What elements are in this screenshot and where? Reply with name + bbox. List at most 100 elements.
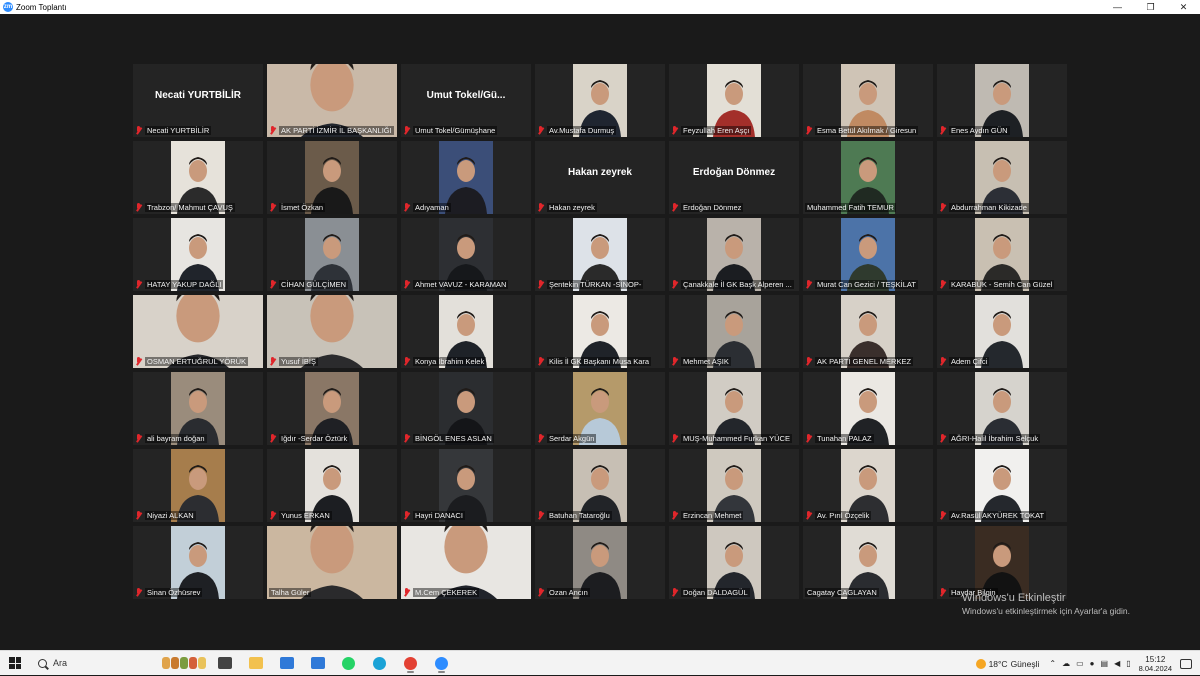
cloud-icon[interactable]: ☁: [1062, 659, 1070, 668]
minimize-button[interactable]: —: [1101, 0, 1134, 14]
muted-mic-icon: [805, 511, 813, 520]
participant-tile[interactable]: Sinan Özhüsrev: [133, 526, 263, 599]
participant-name: Hayri DANACI: [413, 511, 465, 520]
participant-display-name: Hakan zeyrek: [568, 167, 632, 178]
chrome-icon[interactable]: [400, 653, 421, 673]
participant-name: Tunahan PALAZ: [815, 434, 874, 443]
participant-tile[interactable]: Şentekin TÜRKAN -SİNOP-: [535, 218, 665, 291]
store-icon[interactable]: [276, 653, 297, 673]
mail-icon[interactable]: [307, 653, 328, 673]
participant-tile[interactable]: Feyzullah Eren Aşçı: [669, 64, 799, 137]
participant-label: Iğdır -Serdar Öztürk: [269, 433, 395, 444]
participant-tile[interactable]: Esma Betül Akılmak / Giresun: [803, 64, 933, 137]
participant-tile[interactable]: AK PARTİ GENEL MERKEZ: [803, 295, 933, 368]
clock[interactable]: 15:12 8.04.2024: [1139, 655, 1172, 673]
participant-tile[interactable]: HATAY YAKUP DAĞLI: [133, 218, 263, 291]
participant-tile[interactable]: Yunus ERKAN: [267, 449, 397, 522]
battery-status-icon[interactable]: ▯: [1126, 659, 1130, 668]
participant-tile[interactable]: Konya İbrahim Kelek: [401, 295, 531, 368]
participant-tile[interactable]: Hakan zeyrek Hakan zeyrek: [535, 141, 665, 214]
whatsapp-icon[interactable]: [338, 653, 359, 673]
muted-mic-icon: [403, 434, 411, 443]
edge-icon[interactable]: [369, 653, 390, 673]
participant-tile[interactable]: AK PARTİ İZMİR İL BAŞKANLIĞI: [267, 64, 397, 137]
participant-tile[interactable]: Cagatay CAGLAYAN: [803, 526, 933, 599]
file-explorer-icon[interactable]: [245, 653, 266, 673]
participant-label: Çanakkale İl GK Başk Alperen ...: [671, 279, 797, 290]
participant-label: OSMAN ERTUĞRUL YÖRÜK: [135, 356, 261, 367]
close-button[interactable]: ✕: [1167, 0, 1200, 14]
task-view-icon[interactable]: [214, 653, 235, 673]
participant-tile[interactable]: AĞRI-Halil İbrahim Selçuk: [937, 372, 1067, 445]
participant-tile[interactable]: Yusuf İBİŞ: [267, 295, 397, 368]
participant-tile[interactable]: Abdurrahman Kikizade: [937, 141, 1067, 214]
participant-tile[interactable]: BİNGÖL ENES ASLAN: [401, 372, 531, 445]
muted-mic-icon: [537, 203, 545, 212]
participant-tile[interactable]: Ahmet VAVUZ - KARAMAN: [401, 218, 531, 291]
battery-icon[interactable]: ▭: [1076, 659, 1084, 668]
participant-tile[interactable]: Talha Güler: [267, 526, 397, 599]
network-icon[interactable]: ▤: [1101, 659, 1109, 668]
participant-label: Murat Can Gezici / TEŞKİLAT: [805, 279, 931, 290]
participant-tile[interactable]: Umut Tokel/Gü... Umut Tokel/Gümüşhane: [401, 64, 531, 137]
volume-icon[interactable]: ◀: [1114, 659, 1120, 668]
participant-tile[interactable]: CİHAN GÜLÇİMEN: [267, 218, 397, 291]
participant-tile[interactable]: İsmet Özkan: [267, 141, 397, 214]
participant-tile[interactable]: Av.Rasül AKYÜREK TOKAT: [937, 449, 1067, 522]
search-highlight-icon[interactable]: [162, 654, 208, 672]
weather-widget[interactable]: 18°C Güneşli: [975, 658, 1039, 669]
participant-label: ali bayram doğan: [135, 433, 261, 444]
participant-tile[interactable]: Haydar Bilgin: [937, 526, 1067, 599]
participant-tile[interactable]: ali bayram doğan: [133, 372, 263, 445]
muted-mic-icon: [939, 357, 947, 366]
muted-mic-icon: [939, 126, 947, 135]
notification-icon[interactable]: [1180, 658, 1192, 669]
participant-tile[interactable]: Serdar Akgün: [535, 372, 665, 445]
maximize-button[interactable]: ❐: [1134, 0, 1167, 14]
participant-tile[interactable]: Erzincan Mehmet: [669, 449, 799, 522]
participant-tile[interactable]: Iğdır -Serdar Öztürk: [267, 372, 397, 445]
participant-tile[interactable]: Hayri DANACI: [401, 449, 531, 522]
participant-tile[interactable]: MUŞ-Muhammed Furkan YÜCE: [669, 372, 799, 445]
participant-label: Hakan zeyrek: [537, 202, 663, 213]
windows-start-button[interactable]: [9, 657, 21, 669]
participant-tile[interactable]: Batuhan Tataroğlu: [535, 449, 665, 522]
participant-tile[interactable]: Enes Aydın GÜN: [937, 64, 1067, 137]
muted-mic-icon: [671, 434, 679, 443]
participant-tile[interactable]: Tunahan PALAZ: [803, 372, 933, 445]
chevron-up-icon[interactable]: ⌃: [1049, 659, 1056, 668]
participant-name: Serdar Akgün: [547, 434, 597, 443]
participant-tile[interactable]: Çanakkale İl GK Başk Alperen ...: [669, 218, 799, 291]
participant-tile[interactable]: Av. Pırıl Özçelik: [803, 449, 933, 522]
participant-tile[interactable]: Ozan Ancın: [535, 526, 665, 599]
participant-label: HATAY YAKUP DAĞLI: [135, 279, 261, 290]
participant-tile[interactable]: M.Cem ÇEKEREK: [401, 526, 531, 599]
participant-tile[interactable]: OSMAN ERTUĞRUL YÖRÜK: [133, 295, 263, 368]
participant-tile[interactable]: Adem Çifci: [937, 295, 1067, 368]
participant-label: Esma Betül Akılmak / Giresun: [805, 125, 931, 136]
tray-icons: ⌃ ☁ ▭ ● ▤ ◀ ▯: [1049, 659, 1130, 668]
zoom-icon-glyph: [435, 656, 448, 670]
muted-mic-icon: [671, 203, 679, 212]
participant-label: Hayri DANACI: [403, 510, 529, 521]
participant-tile[interactable]: Trabzon/ Mahmut ÇAVUŞ: [133, 141, 263, 214]
participant-tile[interactable]: Niyazi ALKAN: [133, 449, 263, 522]
participant-tile[interactable]: Necati YURTBİLİR Necati YURTBİLİR: [133, 64, 263, 137]
microphone-icon[interactable]: ●: [1090, 659, 1095, 668]
participant-tile[interactable]: Erdoğan Dönmez Erdoğan Dönmez: [669, 141, 799, 214]
participant-label: AĞRI-Halil İbrahim Selçuk: [939, 433, 1065, 444]
participant-tile[interactable]: Mehmet AŞIK: [669, 295, 799, 368]
participant-name: Av. Pırıl Özçelik: [815, 511, 872, 520]
participant-tile[interactable]: Muhammed Fatih TEMUR: [803, 141, 933, 214]
participant-label: Adem Çifci: [939, 356, 1065, 367]
participant-label: Cagatay CAGLAYAN: [805, 587, 931, 598]
participant-tile[interactable]: Av.Mustafa Durmuş: [535, 64, 665, 137]
participant-tile[interactable]: Adıyaman: [401, 141, 531, 214]
zoom-icon[interactable]: [431, 653, 452, 673]
participant-tile[interactable]: Kilis İl GK Başkanı Musa Kara: [535, 295, 665, 368]
muted-mic-icon: [537, 434, 545, 443]
participant-label: Umut Tokel/Gümüşhane: [403, 125, 529, 136]
participant-tile[interactable]: Murat Can Gezici / TEŞKİLAT: [803, 218, 933, 291]
participant-tile[interactable]: Doğan DALDAGÜL: [669, 526, 799, 599]
participant-tile[interactable]: KARABÜK - Semih Can Güzel: [937, 218, 1067, 291]
